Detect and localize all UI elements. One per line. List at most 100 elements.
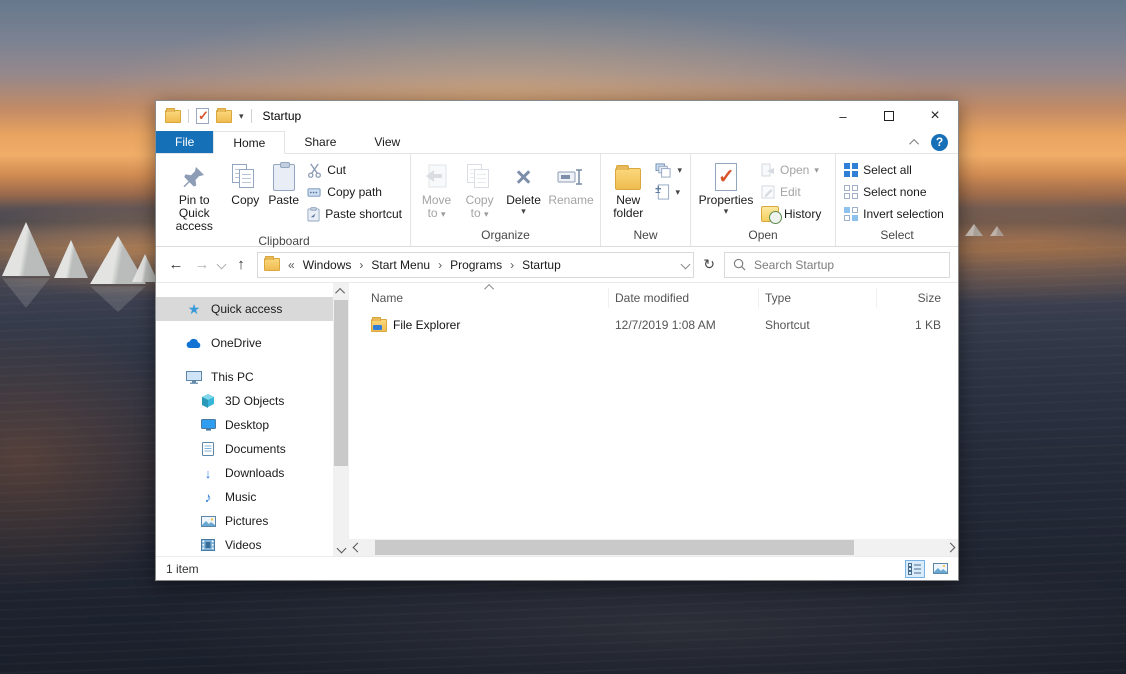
crumb-separator-icon[interactable]: › — [508, 258, 516, 272]
help-icon[interactable]: ? — [931, 134, 948, 151]
sidebar-item-3d-objects[interactable]: 3D Objects — [156, 389, 333, 413]
horizontal-scrollbar[interactable] — [349, 539, 958, 556]
check-icon: ✓ — [718, 166, 735, 188]
sidebar-item-music[interactable]: ♪ Music — [156, 485, 333, 509]
new-item-button[interactable]: ▾ — [651, 159, 686, 181]
tab-file[interactable]: File — [156, 131, 213, 153]
open-icon — [761, 163, 775, 177]
crumb-separator-icon[interactable]: › — [436, 258, 444, 272]
new-folder-button[interactable]: New folder — [605, 157, 651, 223]
paste-label: Paste — [268, 194, 299, 207]
sidebar-item-downloads[interactable]: ↓ Downloads — [156, 461, 333, 485]
scroll-up-icon[interactable] — [333, 283, 349, 299]
up-button[interactable]: ↑ — [231, 256, 251, 273]
scrollbar-thumb[interactable] — [375, 540, 854, 555]
easy-access-button[interactable]: ▾ — [651, 181, 686, 203]
breadcrumb-windows[interactable]: Windows — [303, 258, 352, 272]
customize-qat-dropdown-icon[interactable]: ▾ — [239, 112, 244, 120]
search-box[interactable] — [724, 252, 950, 278]
sidebar-item-label: Pictures — [225, 514, 268, 528]
refresh-button[interactable]: ↻ — [700, 256, 718, 273]
breadcrumb-programs[interactable]: Programs — [450, 258, 502, 272]
sidebar-item-documents[interactable]: Documents — [156, 437, 333, 461]
edit-button[interactable]: Edit — [757, 181, 825, 203]
select-none-button[interactable]: Select none — [840, 181, 948, 203]
copy-to-label: Copy to — [466, 193, 494, 220]
scroll-down-icon[interactable] — [333, 540, 349, 556]
address-dropdown-icon[interactable] — [681, 260, 691, 270]
new-folder-qat-icon[interactable] — [216, 110, 232, 123]
sidebar-item-videos[interactable]: Videos — [156, 533, 333, 557]
sidebar-item-this-pc[interactable]: This PC — [156, 365, 333, 389]
copy-label: Copy — [231, 194, 259, 207]
ribbon: Pin to Quick access Copy Paste Cut — [156, 154, 958, 247]
breadcrumb-startup[interactable]: Startup — [522, 258, 561, 272]
view-switcher — [905, 560, 950, 578]
copy-path-button[interactable]: Copy path — [303, 181, 406, 203]
details-view-button[interactable] — [905, 560, 925, 578]
history-button[interactable]: History — [757, 203, 825, 225]
address-folder-icon — [264, 258, 280, 271]
paste-button[interactable]: Paste — [264, 157, 303, 223]
sidebar-item-desktop[interactable]: Desktop — [156, 413, 333, 437]
move-to-button[interactable]: Move to ▾ — [415, 157, 458, 223]
tab-home[interactable]: Home — [213, 131, 285, 154]
crumb-separator-icon[interactable]: › — [357, 258, 365, 272]
file-list-panel: Name Date modified Type Size File Explor… — [349, 283, 958, 556]
properties-dropdown-icon: ▾ — [724, 207, 729, 215]
pin-label: Pin to Quick access — [165, 194, 223, 233]
scroll-left-icon[interactable] — [349, 540, 365, 556]
file-name-cell[interactable]: File Explorer — [349, 318, 609, 332]
minimize-button[interactable]: – — [820, 101, 866, 131]
clipboard-small-buttons: Cut Copy path Paste shortcut — [303, 157, 406, 225]
open-content: ✓ Properties ▾ Open ▾ Edit — [691, 154, 835, 227]
file-row[interactable]: File Explorer 12/7/2019 1:08 AM Shortcut… — [349, 313, 958, 337]
window-title: Startup — [263, 109, 302, 123]
ribbon-tab-bar: File Home Share View ? — [156, 131, 958, 154]
sidebar-item-label: Desktop — [225, 418, 269, 432]
titlebar[interactable]: ✓ ▾ Startup – × — [156, 101, 958, 131]
properties-qat-icon[interactable]: ✓ — [196, 108, 209, 124]
column-header-size[interactable]: Size — [877, 288, 949, 308]
back-button[interactable]: ← — [166, 256, 186, 273]
sidebar-item-onedrive[interactable]: OneDrive — [156, 331, 333, 355]
breadcrumb-start-menu[interactable]: Start Menu — [371, 258, 430, 272]
copy-path-label: Copy path — [327, 185, 382, 199]
pin-to-quick-access-button[interactable]: Pin to Quick access — [162, 157, 226, 233]
paste-icon — [273, 160, 295, 194]
tab-share[interactable]: Share — [285, 131, 355, 153]
copy-to-button[interactable]: Copy to ▾ — [458, 157, 501, 223]
copy-button[interactable]: Copy — [226, 157, 264, 223]
scrollbar-thumb[interactable] — [334, 300, 348, 466]
recent-locations-dropdown-icon[interactable] — [217, 260, 227, 270]
new-folder-icon — [615, 160, 641, 194]
column-header-date-modified[interactable]: Date modified — [609, 288, 759, 308]
sidebar-scrollbar[interactable] — [333, 283, 349, 556]
forward-button[interactable]: → — [192, 256, 212, 273]
minimize-ribbon-icon[interactable] — [909, 138, 919, 148]
large-icons-view-button[interactable] — [930, 560, 950, 578]
collapsed-crumbs-icon[interactable]: « — [286, 258, 297, 272]
properties-icon: ✓ — [715, 160, 737, 194]
file-explorer-window: ✓ ▾ Startup – × File Home Share View ? — [155, 100, 959, 581]
paste-shortcut-button[interactable]: Paste shortcut — [303, 203, 406, 225]
invert-selection-button[interactable]: Invert selection — [840, 203, 948, 225]
cut-label: Cut — [327, 163, 346, 177]
column-header-name[interactable]: Name — [349, 288, 609, 308]
address-bar[interactable]: « Windows › Start Menu › Programs › Star… — [257, 252, 694, 278]
delete-button[interactable]: × Delete ▾ — [501, 157, 546, 223]
select-content: Select all Select none Invert selection — [836, 154, 958, 227]
tab-view[interactable]: View — [355, 131, 419, 153]
search-input[interactable] — [754, 258, 914, 272]
sidebar-item-quick-access[interactable]: ★ Quick access — [156, 297, 333, 321]
select-all-button[interactable]: Select all — [840, 159, 948, 181]
sidebar-item-pictures[interactable]: Pictures — [156, 509, 333, 533]
rename-button[interactable]: Rename — [546, 157, 596, 223]
open-button[interactable]: Open ▾ — [757, 159, 825, 181]
maximize-button[interactable] — [866, 101, 912, 131]
column-header-type[interactable]: Type — [759, 288, 877, 308]
properties-button[interactable]: ✓ Properties ▾ — [695, 157, 757, 223]
cut-button[interactable]: Cut — [303, 159, 406, 181]
close-button[interactable]: × — [912, 101, 958, 131]
scroll-right-icon[interactable] — [942, 540, 958, 556]
